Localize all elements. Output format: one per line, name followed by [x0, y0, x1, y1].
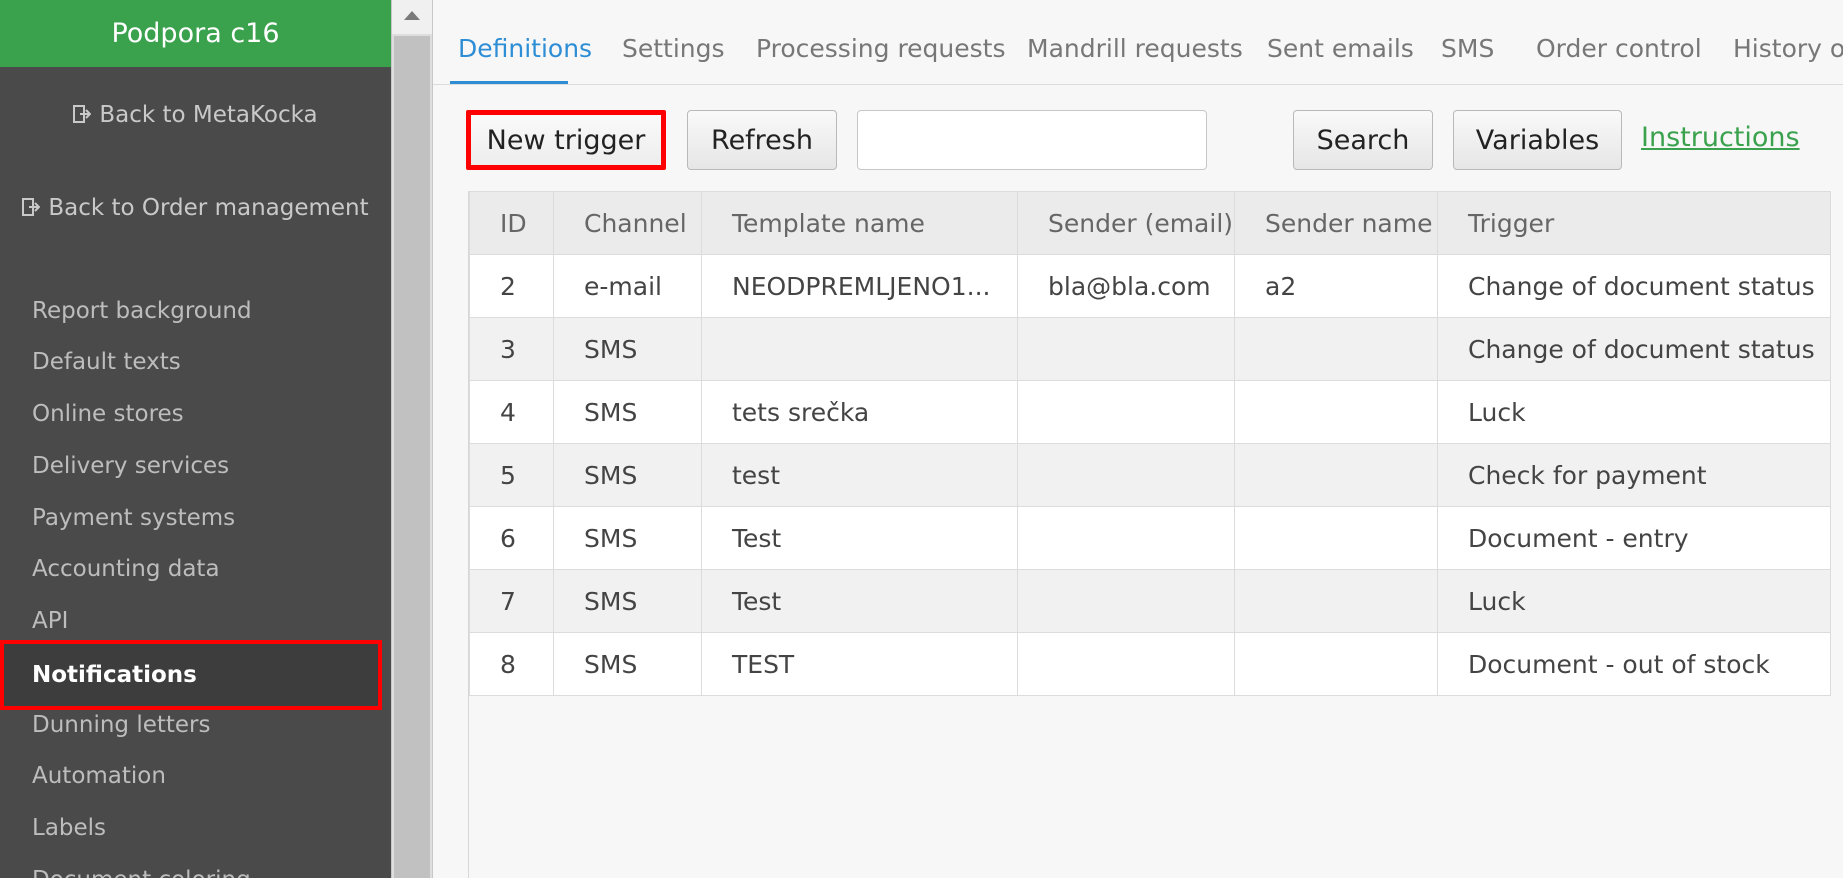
cell-trigger: Change of document status: [1437, 254, 1831, 318]
cell-channel: SMS: [553, 317, 702, 381]
sidebar-item-payment-systems[interactable]: Payment systems: [32, 498, 235, 538]
tab-sent-emails[interactable]: Sent emails: [1267, 34, 1414, 63]
cell-sender-email: [1017, 506, 1235, 570]
column-header-template-name[interactable]: Template name: [701, 191, 1018, 255]
cell-id: 6: [469, 506, 554, 570]
cell-sender-email: [1017, 317, 1235, 381]
table-row[interactable]: 4 SMS tets srečka Luck: [469, 380, 1831, 444]
tab-history[interactable]: History of: [1733, 34, 1843, 63]
cell-trigger: Luck: [1437, 569, 1831, 633]
sidebar-item-delivery-services[interactable]: Delivery services: [32, 446, 229, 486]
sidebar-item-default-texts[interactable]: Default texts: [32, 342, 181, 382]
search-input[interactable]: [857, 110, 1207, 170]
cell-id: 4: [469, 380, 554, 444]
cell-sender-email: [1017, 632, 1235, 696]
column-header-trigger[interactable]: Trigger: [1437, 191, 1831, 255]
cell-template-name: NEODPREMLJENO1...: [701, 254, 1018, 318]
tab-definitions[interactable]: Definitions: [458, 34, 592, 63]
cell-channel: SMS: [553, 380, 702, 444]
tab-sms[interactable]: SMS: [1441, 34, 1494, 63]
sidebar-item-dunning-letters[interactable]: Dunning letters: [32, 705, 211, 745]
cell-id: 2: [469, 254, 554, 318]
sidebar-item-accounting-data[interactable]: Accounting data: [32, 549, 220, 589]
sidebar-item-document-coloring[interactable]: Document coloring: [32, 860, 251, 878]
cell-sender-name: [1234, 443, 1438, 507]
back-to-metakocka-link[interactable]: Back to MetaKocka: [0, 102, 391, 128]
table-row[interactable]: 6 SMS Test Document - entry: [469, 506, 1831, 570]
table-header-row: ID Channel Template name Sender (email) …: [469, 191, 1831, 255]
refresh-button[interactable]: Refresh: [687, 110, 837, 170]
sidebar-item-report-background[interactable]: Report background: [32, 291, 252, 331]
sidebar-item-automation[interactable]: Automation: [32, 756, 166, 796]
tab-settings[interactable]: Settings: [622, 34, 725, 63]
notifications-table: ID Channel Template name Sender (email) …: [469, 191, 1831, 696]
cell-id: 7: [469, 569, 554, 633]
cell-sender-name: [1234, 317, 1438, 381]
back-to-metakocka-label: Back to MetaKocka: [99, 102, 318, 128]
cell-channel: SMS: [553, 569, 702, 633]
cell-id: 5: [469, 443, 554, 507]
cell-sender-name: a2: [1234, 254, 1438, 318]
column-header-sender-email[interactable]: Sender (email): [1017, 191, 1235, 255]
column-header-channel[interactable]: Channel: [553, 191, 702, 255]
scroll-thumb[interactable]: [394, 36, 430, 878]
tab-bar: Definitions Settings Processing requests…: [433, 0, 1843, 85]
cell-trigger: Luck: [1437, 380, 1831, 444]
cell-channel: SMS: [553, 506, 702, 570]
table-row[interactable]: 5 SMS test Check for payment: [469, 443, 1831, 507]
cell-sender-name: [1234, 380, 1438, 444]
main-content: Definitions Settings Processing requests…: [433, 0, 1843, 878]
cell-trigger: Document - out of stock: [1437, 632, 1831, 696]
cell-template-name: Test: [701, 569, 1018, 633]
cell-sender-email: [1017, 443, 1235, 507]
cell-sender-name: [1234, 506, 1438, 570]
cell-template-name: Test: [701, 506, 1018, 570]
active-tab-indicator: [450, 81, 568, 84]
sidebar-item-online-stores[interactable]: Online stores: [32, 394, 184, 434]
new-trigger-button[interactable]: New trigger: [466, 110, 666, 170]
table-row[interactable]: 3 SMS Change of document status: [469, 317, 1831, 381]
cell-channel: SMS: [553, 443, 702, 507]
brand-title: Podpora c16: [0, 0, 391, 67]
cell-trigger: Check for payment: [1437, 443, 1831, 507]
sidebar-item-notifications[interactable]: Notifications: [0, 640, 382, 710]
cell-trigger: Change of document status: [1437, 317, 1831, 381]
sidebar-scrollbar[interactable]: [391, 0, 433, 878]
cell-channel: e-mail: [553, 254, 702, 318]
cell-template-name: tets srečka: [701, 380, 1018, 444]
sign-out-icon: [22, 198, 41, 216]
sidebar: Podpora c16 Back to MetaKocka Back to Or…: [0, 0, 391, 878]
cell-id: 3: [469, 317, 554, 381]
cell-sender-name: [1234, 632, 1438, 696]
variables-button[interactable]: Variables: [1453, 110, 1622, 170]
cell-sender-email: [1017, 380, 1235, 444]
sidebar-item-notifications-label: Notifications: [32, 662, 197, 688]
column-header-id[interactable]: ID: [469, 191, 554, 255]
cell-trigger: Document - entry: [1437, 506, 1831, 570]
cell-id: 8: [469, 632, 554, 696]
back-to-order-management-link[interactable]: Back to Order management: [0, 195, 391, 221]
cell-sender-email: bla@bla.com: [1017, 254, 1235, 318]
table-row[interactable]: 2 e-mail NEODPREMLJENO1... bla@bla.com a…: [469, 254, 1831, 318]
column-header-sender-name[interactable]: Sender name: [1234, 191, 1438, 255]
cell-sender-email: [1017, 569, 1235, 633]
cell-sender-name: [1234, 569, 1438, 633]
cell-template-name: test: [701, 443, 1018, 507]
sidebar-item-labels[interactable]: Labels: [32, 808, 106, 848]
tab-order-control[interactable]: Order control: [1536, 34, 1702, 63]
sign-out-icon: [73, 105, 92, 123]
instructions-link[interactable]: Instructions: [1641, 122, 1800, 153]
back-to-order-management-label: Back to Order management: [48, 195, 369, 221]
table-row[interactable]: 7 SMS Test Luck: [469, 569, 1831, 633]
scroll-up-arrow-icon[interactable]: [392, 0, 432, 34]
cell-template-name: TEST: [701, 632, 1018, 696]
notifications-grid: ID Channel Template name Sender (email) …: [468, 191, 1843, 878]
table-row[interactable]: 8 SMS TEST Document - out of stock: [469, 632, 1831, 696]
cell-template-name: [701, 317, 1018, 381]
tab-mandrill-requests[interactable]: Mandrill requests: [1027, 34, 1243, 63]
cell-channel: SMS: [553, 632, 702, 696]
search-button[interactable]: Search: [1293, 110, 1433, 170]
tab-processing-requests[interactable]: Processing requests: [756, 34, 1006, 63]
sidebar-item-api[interactable]: API: [32, 601, 68, 641]
